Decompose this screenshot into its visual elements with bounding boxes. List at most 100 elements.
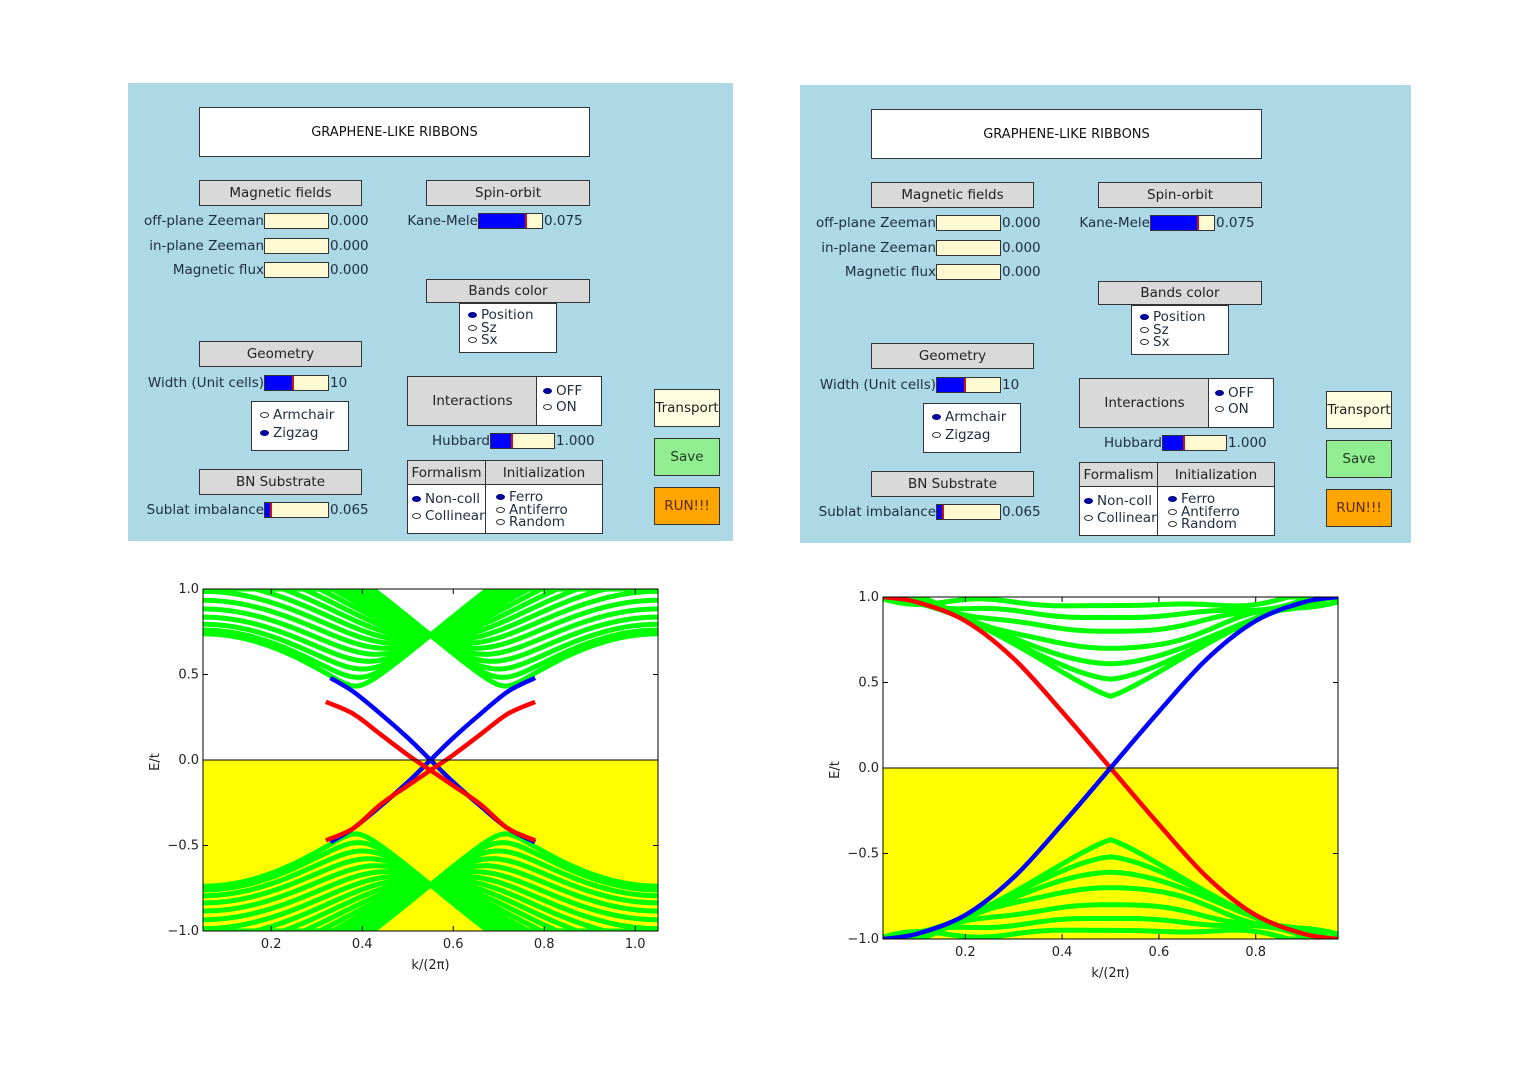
slider-track[interactable] bbox=[936, 504, 1001, 520]
radio-selected-icon[interactable] bbox=[412, 496, 421, 503]
slider-track[interactable] bbox=[1162, 435, 1227, 451]
radio-option[interactable]: ON bbox=[1215, 402, 1273, 416]
radio-label: ON bbox=[556, 398, 577, 415]
radio-selected-icon[interactable] bbox=[1215, 390, 1224, 397]
transport-button[interactable]: Transport bbox=[1326, 391, 1392, 429]
save-button[interactable]: Save bbox=[1326, 440, 1392, 478]
radio-label: Non-coll bbox=[425, 491, 480, 507]
slider-label: Hubbard bbox=[1103, 435, 1162, 451]
radio-option[interactable]: Armchair bbox=[260, 409, 348, 422]
radio-label: Armchair bbox=[273, 407, 335, 423]
radio-option[interactable]: Armchair bbox=[932, 411, 1020, 424]
slider-track[interactable] bbox=[490, 433, 555, 449]
slider-label: off-plane Zeeman bbox=[143, 213, 264, 229]
radio-unselected-icon[interactable] bbox=[412, 512, 421, 519]
y-tick-label: 0.5 bbox=[178, 668, 199, 683]
radio-unselected-icon[interactable] bbox=[260, 412, 269, 419]
radio-unselected-icon[interactable] bbox=[1084, 514, 1093, 521]
slider-track[interactable] bbox=[1150, 215, 1215, 231]
slider-handle[interactable] bbox=[510, 434, 513, 448]
slider-track[interactable] bbox=[936, 264, 1001, 280]
slider-handle[interactable] bbox=[525, 214, 528, 228]
radio-selected-icon[interactable] bbox=[1168, 496, 1177, 503]
slider-fill bbox=[1163, 436, 1184, 450]
slider-label: Sublat imbalance bbox=[818, 504, 936, 520]
slider-value: 0.065 bbox=[330, 502, 369, 518]
radio-option[interactable]: Non-coll bbox=[1084, 495, 1157, 508]
section-header-initialization: Initialization bbox=[485, 460, 603, 485]
slider-track[interactable] bbox=[264, 237, 329, 254]
bulk-band bbox=[203, 589, 658, 642]
slider-track[interactable] bbox=[264, 375, 329, 391]
radio-unselected-icon[interactable] bbox=[1168, 508, 1177, 515]
section-header-bands-color: Bands color bbox=[1098, 281, 1262, 305]
radio-option[interactable]: Sx bbox=[1140, 336, 1228, 349]
slider-track[interactable] bbox=[936, 377, 1001, 393]
slider-track[interactable] bbox=[264, 262, 329, 278]
radio-unselected-icon[interactable] bbox=[496, 519, 505, 526]
slider-track[interactable] bbox=[478, 213, 543, 229]
radio-option[interactable]: Random bbox=[1168, 518, 1274, 531]
slider-value: 0.000 bbox=[1002, 264, 1041, 280]
slider-track[interactable] bbox=[264, 502, 329, 518]
radio-label: Non-coll bbox=[1097, 493, 1152, 509]
radio-unselected-icon[interactable] bbox=[1140, 339, 1149, 346]
radio-unselected-icon[interactable] bbox=[543, 403, 552, 410]
y-tick-label: 1.0 bbox=[178, 582, 199, 597]
slider-handle[interactable] bbox=[942, 505, 945, 519]
slider-handle[interactable] bbox=[292, 376, 295, 390]
slider-handle[interactable] bbox=[1182, 436, 1185, 450]
transport-button[interactable]: Transport bbox=[654, 389, 720, 427]
x-tick-label: 0.6 bbox=[1149, 945, 1170, 960]
section-header-spin-orbit: Spin-orbit bbox=[1098, 182, 1262, 208]
radio-selected-icon[interactable] bbox=[496, 494, 505, 501]
section-header-spin-orbit: Spin-orbit bbox=[426, 180, 590, 206]
slider-handle[interactable] bbox=[270, 503, 273, 517]
radio-selected-icon[interactable] bbox=[1140, 314, 1149, 321]
radio-option[interactable]: Collinear bbox=[1084, 511, 1157, 525]
radio-option[interactable]: Random bbox=[496, 516, 602, 529]
app-title: GRAPHENE-LIKE RIBBONS bbox=[199, 107, 590, 157]
section-header-magnetic-fields: Magnetic fields bbox=[871, 182, 1034, 208]
slider-handle[interactable] bbox=[964, 378, 967, 392]
radio-option[interactable]: OFF bbox=[543, 385, 601, 398]
radio-unselected-icon[interactable] bbox=[468, 324, 477, 331]
radio-unselected-icon[interactable] bbox=[1168, 521, 1177, 528]
slider-track[interactable] bbox=[936, 239, 1001, 256]
band-structure-chart-right: 0.2 0.4 0.6 0.8 −1.0 −0.5 0.0 0.5 1.0 k/(2π) E/t bbox=[828, 590, 1339, 981]
slider-value: 1.000 bbox=[1228, 435, 1267, 451]
section-header-interactions: Interactions bbox=[1079, 378, 1210, 428]
x-axis-label: k/(2π) bbox=[411, 958, 449, 973]
slider-label: off-plane Zeeman bbox=[815, 215, 936, 231]
radio-unselected-icon[interactable] bbox=[1215, 405, 1224, 412]
save-button[interactable]: Save bbox=[654, 438, 720, 476]
radio-option[interactable]: ON bbox=[543, 398, 601, 415]
slider-handle[interactable] bbox=[1197, 216, 1200, 230]
radio-option[interactable]: Sx bbox=[468, 334, 556, 347]
radio-unselected-icon[interactable] bbox=[468, 337, 477, 344]
radio-unselected-icon[interactable] bbox=[496, 506, 505, 513]
slider-fill bbox=[937, 378, 966, 392]
bands-color-radio-group: Position Sz Sx bbox=[1131, 305, 1229, 355]
radio-option[interactable]: Collinear bbox=[412, 509, 485, 523]
run-button[interactable]: RUN!!! bbox=[1326, 489, 1392, 527]
interactions-radio-group: OFF ON bbox=[536, 376, 602, 426]
radio-unselected-icon[interactable] bbox=[1140, 326, 1149, 333]
radio-unselected-icon[interactable] bbox=[932, 431, 941, 438]
app-title: GRAPHENE-LIKE RIBBONS bbox=[871, 109, 1262, 159]
y-axis-label: E/t bbox=[828, 761, 843, 779]
radio-selected-icon[interactable] bbox=[260, 429, 269, 436]
slider-value: 0.075 bbox=[544, 213, 583, 229]
radio-selected-icon[interactable] bbox=[468, 312, 477, 319]
slider-value: 1.000 bbox=[556, 433, 595, 449]
radio-selected-icon[interactable] bbox=[543, 388, 552, 395]
radio-selected-icon[interactable] bbox=[1084, 498, 1093, 505]
y-tick-label: −1.0 bbox=[847, 932, 879, 947]
section-header-geometry: Geometry bbox=[199, 341, 362, 367]
radio-option[interactable]: OFF bbox=[1215, 387, 1273, 400]
radio-selected-icon[interactable] bbox=[932, 414, 941, 421]
radio-option[interactable]: Non-coll bbox=[412, 493, 485, 506]
run-button[interactable]: RUN!!! bbox=[654, 487, 720, 525]
radio-label: Sx bbox=[481, 332, 498, 348]
slider-fill bbox=[491, 434, 512, 448]
